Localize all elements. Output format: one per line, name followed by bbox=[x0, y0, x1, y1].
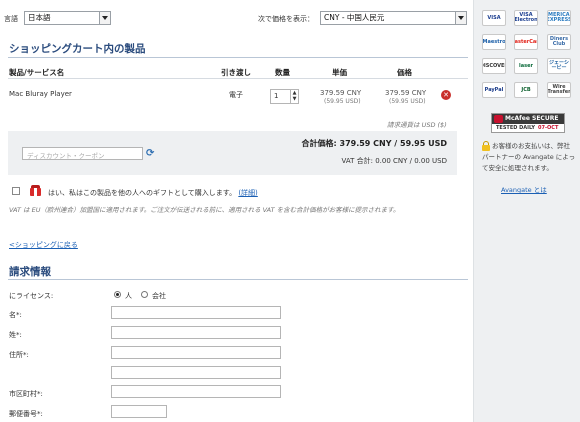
remove-item-icon[interactable]: ✕ bbox=[441, 90, 451, 100]
avangate-link[interactable]: Avangate とは bbox=[501, 184, 547, 194]
mcafee-date: 07-OCT bbox=[538, 125, 559, 131]
payment-card-logo: PayPal bbox=[482, 82, 506, 98]
divider bbox=[8, 57, 468, 58]
refresh-icon[interactable]: ⟳ bbox=[146, 148, 154, 159]
col-product: 製品/サービス名 bbox=[9, 68, 65, 77]
payment-card-logo: VISA bbox=[482, 10, 506, 26]
back-to-shopping-link[interactable]: <ショッピングに戻る bbox=[9, 240, 78, 250]
gift-text: はい、私はこの製品を他の人へのギフトとして購入します。 (詳細) bbox=[48, 188, 258, 198]
payment-sidebar: VISA VISA Electron AMERICAN EXPRESS Maestro… bbox=[473, 0, 580, 422]
last-name-field[interactable] bbox=[111, 326, 281, 339]
payment-card-logo: Diners Club bbox=[547, 34, 571, 50]
cart-title: ショッピングカート内の製品 bbox=[9, 43, 146, 55]
vat-note: VAT は EU（欧州連合）加盟国に適用されます。ご注文が伝送される前に、適用さ… bbox=[9, 206, 400, 214]
last-name-label: 姓*: bbox=[9, 331, 22, 339]
main-panel: 言語 日本語 次で価格を表示： CNY - 中国人民元 ショッピングカート内の製… bbox=[0, 0, 470, 422]
vat-total: VAT 合計: 0.00 CNY / 0.00 USD bbox=[341, 157, 447, 165]
payment-card-logo: ジェーシービー bbox=[547, 58, 571, 74]
item-price: 379.59 CNY bbox=[385, 89, 427, 97]
language-label: 言語 bbox=[4, 15, 18, 23]
quantity-value: 1 bbox=[274, 92, 279, 100]
payment-card-logo: JCB bbox=[514, 82, 538, 98]
address-field-1[interactable] bbox=[111, 346, 281, 359]
mcafee-shield-icon bbox=[494, 115, 503, 123]
item-delivery: 電子 bbox=[229, 91, 243, 99]
chevron-down-icon bbox=[455, 12, 466, 24]
license-company-radio[interactable] bbox=[141, 291, 148, 298]
gift-icon bbox=[29, 185, 42, 196]
first-name-label: 名*: bbox=[9, 311, 22, 319]
license-person-label: 人 bbox=[125, 292, 132, 300]
quantity-stepper[interactable]: 1 ▲ ▼ bbox=[270, 89, 299, 104]
col-delivery: 引き渡し bbox=[221, 68, 251, 77]
payment-card-logo: AMERICAN EXPRESS bbox=[547, 10, 571, 26]
license-label: にライセンス: bbox=[9, 292, 54, 300]
address-field-2[interactable] bbox=[111, 366, 281, 379]
col-qty: 数量 bbox=[275, 68, 290, 77]
payment-card-logo: laser bbox=[514, 58, 538, 74]
city-label: 市区町村*: bbox=[9, 390, 43, 398]
chevron-down-icon bbox=[99, 12, 110, 24]
gift-details-link[interactable]: (詳細) bbox=[238, 189, 257, 197]
city-field[interactable] bbox=[111, 385, 281, 398]
payment-card-logo: DISCOVER bbox=[482, 58, 506, 74]
item-price-usd: (59.95 USD) bbox=[389, 98, 426, 105]
language-value: 日本語 bbox=[28, 13, 51, 22]
payment-card-logo: Maestro bbox=[482, 34, 506, 50]
currency-select[interactable]: CNY - 中国人民元 bbox=[320, 11, 467, 25]
address-label: 住所*: bbox=[9, 351, 29, 359]
billing-title: 請求情報 bbox=[9, 266, 51, 278]
discount-coupon-input[interactable]: ディスカウント・クーポン bbox=[22, 147, 143, 160]
price-display-label: 次で価格を表示： bbox=[258, 15, 314, 23]
item-name: Mac Bluray Player bbox=[9, 90, 72, 98]
divider bbox=[8, 279, 468, 280]
mcafee-sub: TESTED DAILY bbox=[496, 125, 536, 131]
payment-card-logo: MasterCard bbox=[514, 34, 538, 50]
first-name-field[interactable] bbox=[111, 306, 281, 319]
total-price: 合計価格: 379.59 CNY / 59.95 USD bbox=[301, 139, 447, 148]
zip-label: 郵便番号*: bbox=[9, 410, 43, 418]
decrement-icon[interactable]: ▼ bbox=[290, 96, 298, 103]
unit-price: 379.59 CNY bbox=[320, 89, 362, 97]
security-text: お客様のお支払いは、弊社パートナーの Avangate によって安全に処理されま… bbox=[482, 142, 576, 172]
billing-currency-note: 請求通貨は USD ($) bbox=[387, 121, 447, 129]
payment-card-logo: Wire Transfer bbox=[547, 82, 571, 98]
license-company-label: 会社 bbox=[152, 292, 166, 300]
gift-text-label: はい、私はこの製品を他の人へのギフトとして購入します。 bbox=[48, 189, 237, 197]
language-select[interactable]: 日本語 bbox=[24, 11, 111, 25]
zip-field[interactable] bbox=[111, 405, 167, 418]
col-unit-price: 単価 bbox=[332, 68, 347, 77]
discount-placeholder: ディスカウント・クーポン bbox=[27, 152, 105, 160]
license-person-radio[interactable] bbox=[114, 291, 121, 298]
currency-value: CNY - 中国人民元 bbox=[324, 13, 385, 22]
col-price: 価格 bbox=[397, 68, 412, 77]
totals-box: ディスカウント・クーポン ⟳ 合計価格: 379.59 CNY / 59.95 … bbox=[8, 131, 457, 175]
divider bbox=[8, 78, 468, 79]
gift-checkbox[interactable] bbox=[12, 187, 20, 195]
payment-card-logo: VISA Electron bbox=[514, 10, 538, 26]
unit-price-usd: (59.95 USD) bbox=[324, 98, 361, 105]
mcafee-badge[interactable]: McAfee SECURE TESTED DAILY 07-OCT bbox=[491, 113, 565, 133]
